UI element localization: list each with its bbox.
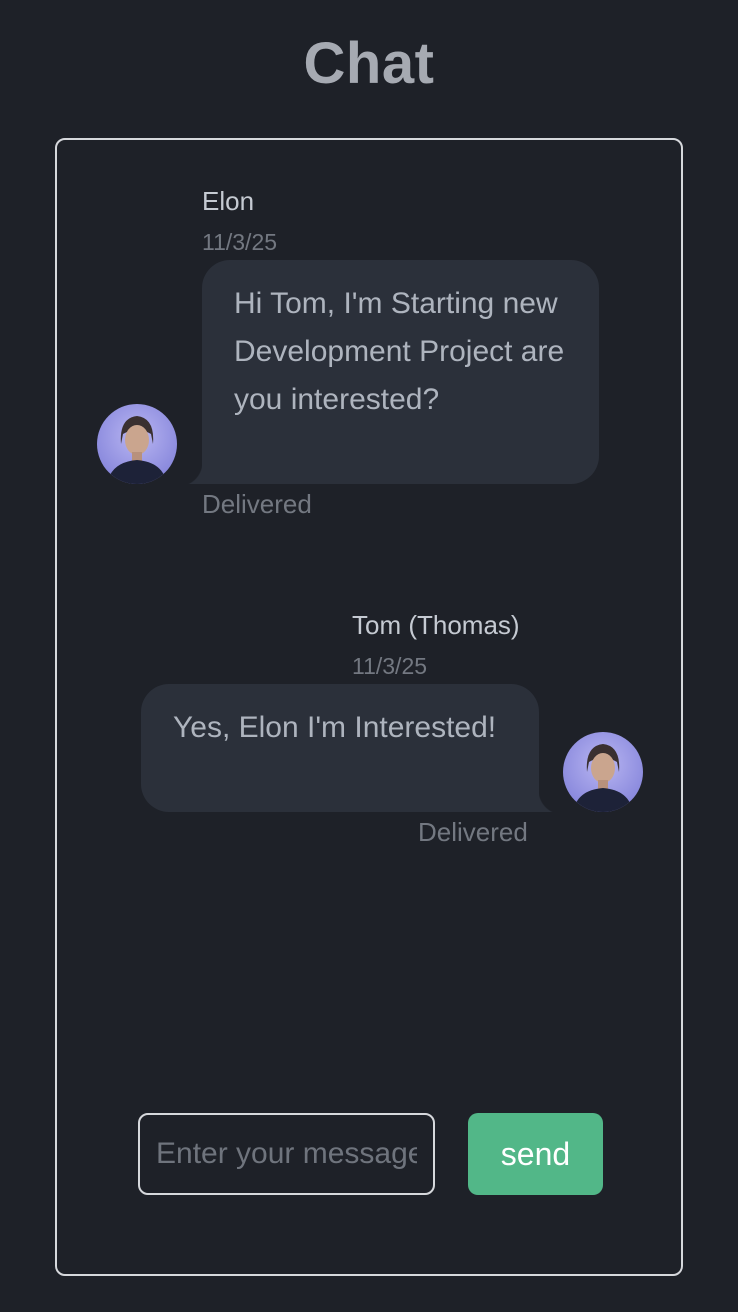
delivery-status: Delivered — [418, 817, 528, 847]
bubble-tail — [537, 790, 563, 812]
avatar[interactable] — [563, 732, 643, 812]
avatar-image — [563, 732, 643, 812]
avatar-image — [97, 404, 177, 484]
message-date: 11/3/25 — [202, 229, 278, 255]
message-input[interactable] — [138, 1113, 435, 1195]
avatar[interactable] — [97, 404, 177, 484]
sender-name: Tom (Thomas) — [352, 610, 520, 640]
bubble-tail — [178, 462, 204, 484]
delivery-status: Delivered — [202, 489, 312, 519]
message-bubble: Hi Tom, I'm Starting new Development Pro… — [202, 260, 599, 484]
send-button[interactable]: send — [468, 1113, 603, 1195]
message-date: 11/3/25 — [352, 653, 428, 679]
sender-name: Elon — [202, 186, 255, 216]
page-title: Chat — [303, 31, 435, 96]
message-bubble: Yes, Elon I'm Interested! — [141, 684, 539, 812]
